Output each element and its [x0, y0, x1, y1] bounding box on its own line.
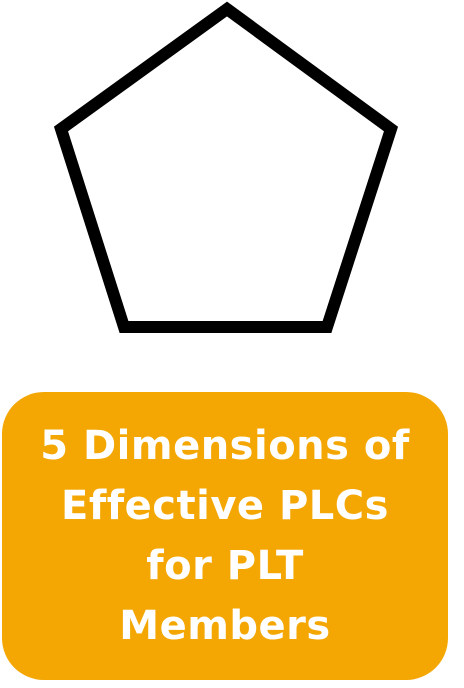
title-line-1: 5 Dimensions of — [40, 423, 410, 469]
pentagon-outline — [53, 1, 399, 333]
title-line-3: for PLT — [146, 543, 304, 589]
pentagon-svg — [53, 1, 399, 333]
title-box: 5 Dimensions of Effective PLCs for PLT M… — [2, 392, 448, 680]
title-text: 5 Dimensions of Effective PLCs for PLT M… — [40, 416, 410, 656]
title-line-4: Members — [119, 603, 331, 649]
title-line-2: Effective PLCs — [61, 483, 389, 529]
pentagon-graphic — [0, 0, 464, 350]
